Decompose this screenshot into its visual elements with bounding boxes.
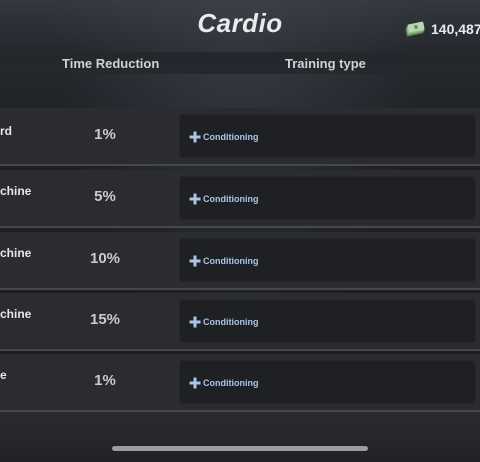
training-type-tag: Conditioning xyxy=(189,316,258,328)
list-item[interactable]: chine 10% Conditioning xyxy=(0,232,480,290)
equipment-name: chine xyxy=(0,307,32,321)
training-type-tag: Conditioning xyxy=(189,377,258,389)
column-header-row: Time Reduction Training type xyxy=(0,52,480,74)
training-type-label: Conditioning xyxy=(203,256,259,266)
bottom-bar xyxy=(0,412,480,462)
time-reduction-value: 10% xyxy=(89,250,121,267)
time-reduction-value: 15% xyxy=(89,311,121,328)
cash-stack-icon xyxy=(404,21,426,37)
cash-amount: 140,487 xyxy=(431,21,480,37)
training-type-tag: Conditioning xyxy=(189,193,258,205)
plus-icon xyxy=(189,316,201,328)
training-type-label: Conditioning xyxy=(203,317,259,327)
equipment-list[interactable]: 5% Conditioning rd 1% Conditioning chine… xyxy=(0,52,480,412)
equipment-name: chine xyxy=(0,246,32,260)
column-header-training-type: Training type xyxy=(285,56,366,71)
training-type-label: Conditioning xyxy=(203,378,259,388)
plus-icon xyxy=(189,255,201,267)
list-item[interactable]: e 1% Conditioning xyxy=(0,354,480,412)
training-type-box: Conditioning xyxy=(179,176,476,220)
training-type-box: Conditioning xyxy=(179,360,476,404)
time-reduction-value: 5% xyxy=(94,188,116,205)
training-type-tag: Conditioning xyxy=(189,255,258,267)
time-reduction-value: 1% xyxy=(94,126,116,143)
plus-icon xyxy=(189,131,201,143)
list-item[interactable]: chine 15% Conditioning xyxy=(0,293,480,351)
training-type-box: Conditioning xyxy=(179,238,476,282)
plus-icon xyxy=(189,193,201,205)
training-type-label: Conditioning xyxy=(203,132,259,142)
training-type-tag: Conditioning xyxy=(189,131,258,143)
time-reduction-value: 1% xyxy=(94,372,116,389)
list-item[interactable]: rd 1% Conditioning xyxy=(0,108,480,166)
plus-icon xyxy=(189,377,201,389)
column-header-time-reduction: Time Reduction xyxy=(62,56,160,71)
equipment-name: e xyxy=(0,368,7,382)
training-type-box: Conditioning xyxy=(179,299,476,343)
home-indicator[interactable] xyxy=(112,446,368,451)
equipment-name: rd xyxy=(0,124,12,138)
training-type-label: Conditioning xyxy=(203,194,259,204)
training-type-box: Conditioning xyxy=(179,114,476,158)
equipment-name: chine xyxy=(0,184,32,198)
cash-display: 140,487 xyxy=(404,18,480,40)
list-item[interactable]: chine 5% Conditioning xyxy=(0,170,480,228)
